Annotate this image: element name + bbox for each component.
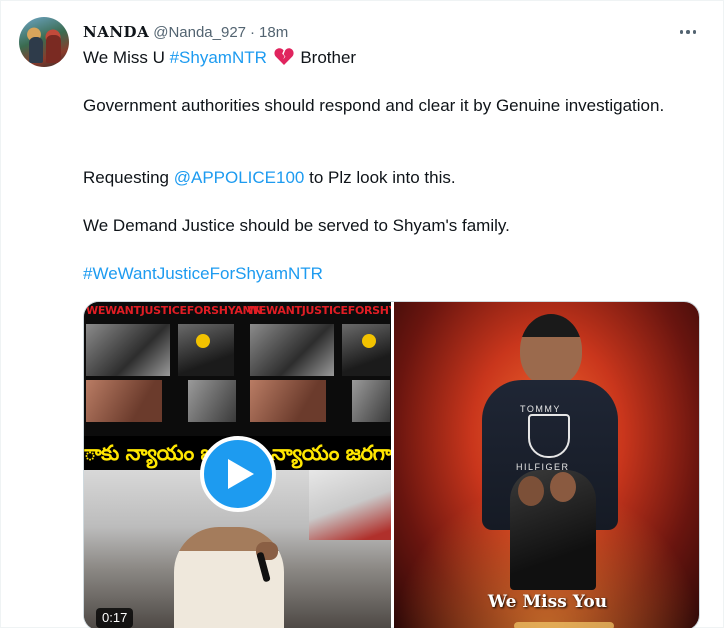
tweet-text: We Miss U (83, 48, 170, 67)
video-duration-badge: 0:17 (96, 608, 134, 628)
avatar-figure (29, 37, 43, 63)
image-script-text (514, 622, 614, 628)
tweet-card[interactable]: NANDA @Nanda_927 · 18m We Miss U #ShyamN… (0, 0, 724, 628)
video-player[interactable]: WEWANTJUSTICEFORSHYAMN WEWANTJUSTICEFORS… (84, 302, 391, 628)
more-options-button[interactable] (673, 21, 703, 43)
display-name[interactable]: NANDA (83, 23, 149, 41)
broken-heart-icon (274, 47, 294, 73)
collage-photo (178, 324, 234, 376)
hoodie-crest (528, 414, 570, 458)
more-horizontal-icon (692, 30, 697, 34)
more-horizontal-icon (679, 30, 684, 34)
tweet-timestamp[interactable]: 18m (259, 24, 288, 41)
video-banner-text: WEWANTJUSTICEFORSHYAMN (247, 304, 391, 317)
inset-photo-head (550, 472, 576, 502)
tweet-text-line: Requesting @APPOLICE100 to Plz look into… (83, 166, 703, 190)
video-banner-text: WEWANTJUSTICEFORSHYAMN (86, 304, 263, 317)
avatar-figure (46, 35, 61, 63)
emoji-sticker (362, 334, 376, 348)
emoji-sticker (196, 334, 210, 348)
media-grid: WEWANTJUSTICEFORSHYAMN WEWANTJUSTICEFORS… (83, 301, 700, 628)
tweet-text: Brother (295, 48, 357, 67)
collage-photo (86, 380, 162, 422)
portrait-head (520, 314, 582, 386)
tweet-text: Requesting (83, 168, 174, 187)
collage-photo (250, 380, 326, 422)
collage-photo (342, 324, 390, 376)
collage-photo (188, 380, 236, 422)
separator-dot: · (250, 23, 256, 41)
user-handle[interactable]: @Nanda_927 (153, 24, 246, 41)
tweet-header: NANDA @Nanda_927 · 18m (83, 22, 288, 42)
tweet-text: to Plz look into this. (304, 168, 456, 187)
play-button[interactable] (200, 436, 276, 512)
tweet-text-line: We Demand Justice should be served to Sh… (83, 216, 510, 235)
stage-backdrop (309, 470, 391, 540)
play-icon (228, 459, 254, 489)
tweet-text-line: Government authorities should respond an… (83, 96, 665, 115)
inset-photo-head (518, 476, 544, 506)
tweet-text-line: We Miss U #ShyamNTR Brother (83, 46, 703, 73)
hashtag-link[interactable]: #WeWantJusticeForShyamNTR (83, 264, 323, 283)
more-horizontal-icon (686, 30, 690, 34)
collage-photo (250, 324, 334, 376)
collage-photo (86, 324, 170, 376)
hashtag-link[interactable]: #ShyamNTR (170, 48, 267, 67)
media-image[interactable]: TOMMY HILFIGER We Miss You (394, 302, 699, 628)
mention-link[interactable]: @APPOLICE100 (174, 168, 305, 187)
image-caption: We Miss You (487, 592, 608, 612)
tweet-text-line: #WeWantJusticeForShyamNTR (83, 262, 703, 286)
hoodie-brand-text: TOMMY (520, 404, 561, 414)
collage-photo (352, 380, 390, 422)
user-avatar[interactable] (19, 17, 69, 67)
